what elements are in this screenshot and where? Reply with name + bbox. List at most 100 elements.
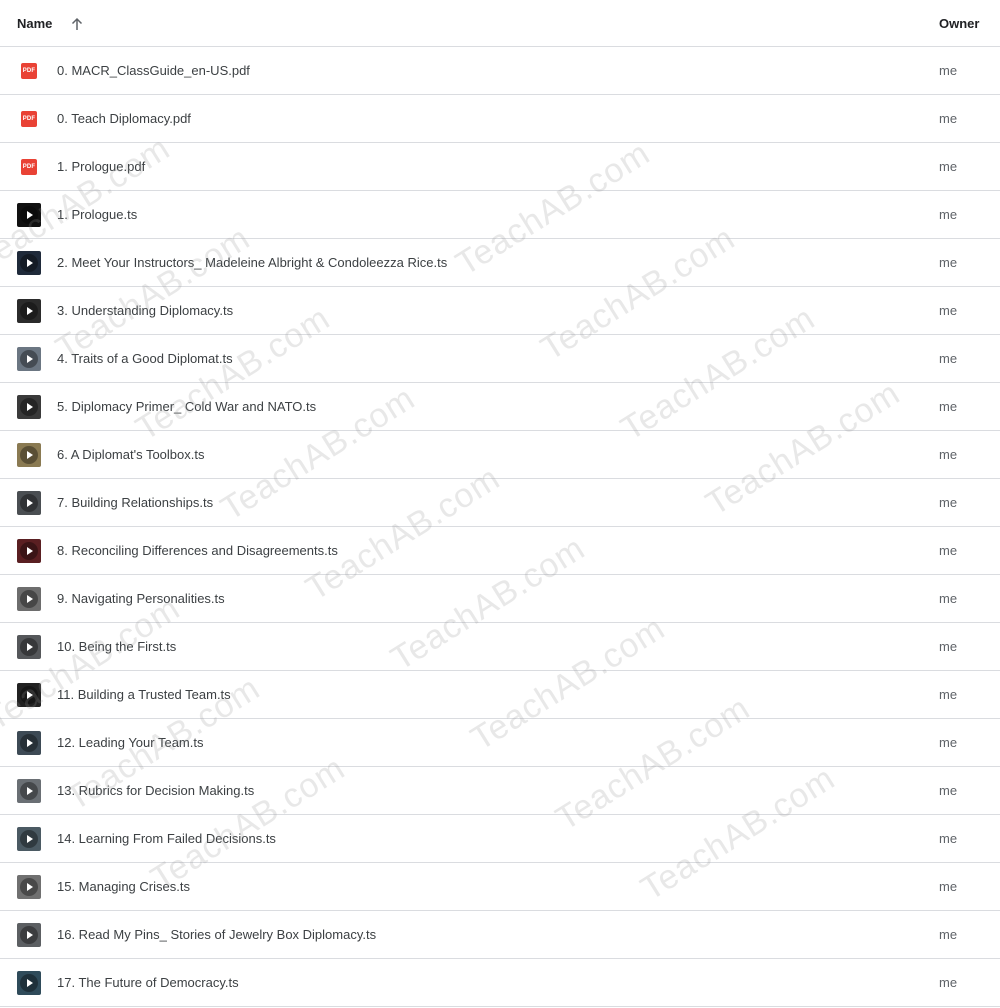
file-row[interactable]: 5. Diplomacy Primer_ Cold War and NATO.t… <box>0 383 1000 431</box>
video-thumbnail-icon <box>17 539 41 563</box>
video-thumbnail-icon <box>17 299 41 323</box>
video-thumbnail-icon <box>17 395 41 419</box>
video-thumbnail <box>17 731 41 755</box>
video-thumbnail-icon <box>17 491 41 515</box>
file-row[interactable]: 1. Prologue.ts me <box>0 191 1000 239</box>
file-row[interactable]: 15. Managing Crises.ts me <box>0 863 1000 911</box>
video-thumbnail <box>17 875 41 899</box>
video-thumbnail-icon <box>17 587 41 611</box>
file-row[interactable]: 6. A Diplomat's Toolbox.ts me <box>0 431 1000 479</box>
arrow-up-icon[interactable] <box>70 17 84 31</box>
video-thumbnail <box>17 779 41 803</box>
video-thumbnail <box>17 587 41 611</box>
file-owner: me <box>939 687 958 702</box>
file-name[interactable]: 2. Meet Your Instructors_ Madeleine Albr… <box>57 239 447 286</box>
pdf-icon: PDF <box>17 107 41 131</box>
play-icon <box>20 446 38 464</box>
file-name[interactable]: 15. Managing Crises.ts <box>57 863 190 910</box>
file-row[interactable]: 8. Reconciling Differences and Disagreem… <box>0 527 1000 575</box>
play-icon <box>20 926 38 944</box>
video-thumbnail <box>17 491 41 515</box>
file-owner: me <box>939 207 958 222</box>
file-owner: me <box>939 639 958 654</box>
file-owner: me <box>939 111 958 126</box>
play-icon <box>20 494 38 512</box>
pdf-badge: PDF <box>21 159 37 175</box>
video-thumbnail-icon <box>17 779 41 803</box>
play-icon <box>20 782 38 800</box>
play-icon <box>20 590 38 608</box>
play-icon <box>20 302 38 320</box>
file-list-header: Name Owner <box>0 0 1000 47</box>
file-row[interactable]: 13. Rubrics for Decision Making.ts me <box>0 767 1000 815</box>
file-row[interactable]: 4. Traits of a Good Diplomat.ts me <box>0 335 1000 383</box>
file-row[interactable]: 14. Learning From Failed Decisions.ts me <box>0 815 1000 863</box>
file-name[interactable]: 9. Navigating Personalities.ts <box>57 575 225 622</box>
video-thumbnail <box>17 971 41 995</box>
play-icon <box>20 398 38 416</box>
file-owner: me <box>939 255 958 270</box>
file-row[interactable]: 9. Navigating Personalities.ts me <box>0 575 1000 623</box>
file-name[interactable]: 4. Traits of a Good Diplomat.ts <box>57 335 233 382</box>
file-owner: me <box>939 927 958 942</box>
file-owner: me <box>939 543 958 558</box>
file-name[interactable]: 3. Understanding Diplomacy.ts <box>57 287 233 334</box>
video-thumbnail <box>17 923 41 947</box>
file-owner: me <box>939 351 958 366</box>
name-column-label: Name <box>17 16 53 31</box>
file-owner: me <box>939 783 958 798</box>
play-icon <box>20 878 38 896</box>
owner-column-label: Owner <box>939 16 980 31</box>
file-name[interactable]: 16. Read My Pins_ Stories of Jewelry Box… <box>57 911 376 958</box>
pdf-badge: PDF <box>21 63 37 79</box>
play-icon <box>20 254 38 272</box>
file-row[interactable]: 16. Read My Pins_ Stories of Jewelry Box… <box>0 911 1000 959</box>
file-row[interactable]: 3. Understanding Diplomacy.ts me <box>0 287 1000 335</box>
file-owner: me <box>939 831 958 846</box>
file-name[interactable]: 14. Learning From Failed Decisions.ts <box>57 815 276 862</box>
file-row[interactable]: 2. Meet Your Instructors_ Madeleine Albr… <box>0 239 1000 287</box>
file-owner: me <box>939 303 958 318</box>
file-row[interactable]: PDF 0. MACR_ClassGuide_en-US.pdf me <box>0 47 1000 95</box>
video-thumbnail-icon <box>17 443 41 467</box>
play-icon <box>20 974 38 992</box>
file-name[interactable]: 0. Teach Diplomacy.pdf <box>57 95 191 142</box>
file-name[interactable]: 17. The Future of Democracy.ts <box>57 959 239 1006</box>
file-row[interactable]: 11. Building a Trusted Team.ts me <box>0 671 1000 719</box>
video-thumbnail <box>17 539 41 563</box>
file-row[interactable]: 10. Being the First.ts me <box>0 623 1000 671</box>
video-thumbnail-icon <box>17 875 41 899</box>
pdf-badge: PDF <box>21 111 37 127</box>
name-column-header[interactable]: Name <box>17 0 84 47</box>
file-name[interactable]: 0. MACR_ClassGuide_en-US.pdf <box>57 47 250 94</box>
file-name[interactable]: 6. A Diplomat's Toolbox.ts <box>57 431 205 478</box>
file-row[interactable]: 7. Building Relationships.ts me <box>0 479 1000 527</box>
file-name[interactable]: 7. Building Relationships.ts <box>57 479 213 526</box>
file-name[interactable]: 13. Rubrics for Decision Making.ts <box>57 767 254 814</box>
file-name[interactable]: 11. Building a Trusted Team.ts <box>57 671 231 718</box>
file-owner: me <box>939 735 958 750</box>
video-thumbnail-icon <box>17 251 41 275</box>
video-thumbnail <box>17 683 41 707</box>
file-row[interactable]: 17. The Future of Democracy.ts me <box>0 959 1000 1007</box>
owner-column-header[interactable]: Owner <box>939 0 979 47</box>
file-name[interactable]: 12. Leading Your Team.ts <box>57 719 204 766</box>
file-name[interactable]: 8. Reconciling Differences and Disagreem… <box>57 527 338 574</box>
pdf-icon: PDF <box>17 155 41 179</box>
video-thumbnail <box>17 203 41 227</box>
video-thumbnail <box>17 299 41 323</box>
play-icon <box>20 638 38 656</box>
file-name[interactable]: 10. Being the First.ts <box>57 623 176 670</box>
play-icon <box>20 686 38 704</box>
video-thumbnail-icon <box>17 203 41 227</box>
play-icon <box>20 830 38 848</box>
file-name[interactable]: 5. Diplomacy Primer_ Cold War and NATO.t… <box>57 383 316 430</box>
file-row[interactable]: PDF 1. Prologue.pdf me <box>0 143 1000 191</box>
file-row[interactable]: 12. Leading Your Team.ts me <box>0 719 1000 767</box>
file-owner: me <box>939 975 958 990</box>
video-thumbnail <box>17 395 41 419</box>
file-owner: me <box>939 399 958 414</box>
file-name[interactable]: 1. Prologue.pdf <box>57 143 145 190</box>
file-row[interactable]: PDF 0. Teach Diplomacy.pdf me <box>0 95 1000 143</box>
file-name[interactable]: 1. Prologue.ts <box>57 191 137 238</box>
